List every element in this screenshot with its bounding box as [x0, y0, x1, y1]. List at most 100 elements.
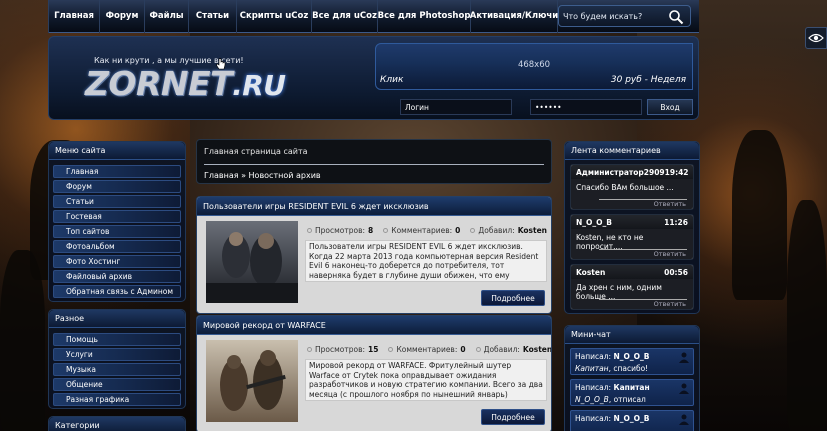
read-more-button[interactable]: Подробнее — [481, 290, 545, 306]
news-title[interactable]: Пользователи игры RESIDENT EVIL 6 ждет и… — [197, 197, 551, 216]
sidebar-item-feedback[interactable]: Обратная связь с Админом — [53, 285, 181, 298]
page-title: Главная страница сайта — [204, 147, 308, 156]
news-meta: Просмотров: 8 Комментариев: 0 Добавил: Kost… — [307, 223, 547, 237]
login-button[interactable]: Вход — [647, 99, 693, 115]
sidebar-item-graphics[interactable]: Разная графика — [53, 393, 181, 406]
sidebar-item-photo-hosting[interactable]: Фото Хостинг — [53, 255, 181, 268]
sidebar-categories: Категории — [48, 416, 186, 431]
comment-item: Администратор2909 19:42 Спасибо ВАм боль… — [570, 164, 694, 210]
comment-reply-link[interactable]: Ответить — [654, 300, 686, 308]
login-input[interactable] — [400, 99, 512, 115]
news-thumbnail[interactable] — [206, 221, 298, 303]
sidebar-item-chat[interactable]: Общение — [53, 378, 181, 391]
sidebar-item-home[interactable]: Главная — [53, 165, 181, 178]
comment-time: 19:42 — [664, 167, 689, 177]
chat-author[interactable]: N_O_O_B — [613, 414, 649, 423]
author-name[interactable]: Kosten — [518, 226, 547, 235]
author-icon — [475, 346, 481, 352]
comment-author[interactable]: Kosten — [576, 268, 605, 277]
nav-item-ucoz-scripts[interactable]: Скрипты uCoz — [237, 0, 312, 33]
sidebar-item-articles[interactable]: Статьи — [53, 195, 181, 208]
chat-message: Написал: Капитан N_O_O_B, отписал — [570, 379, 694, 406]
sidebar-item-top-sites[interactable]: Топ сайтов — [53, 225, 181, 238]
comment-reply-link[interactable]: Ответить — [654, 200, 686, 208]
views-icon — [307, 346, 312, 352]
sidebar-item-file-archive[interactable]: Файловый архив — [53, 270, 181, 283]
nav-item-ucoz-all[interactable]: Все для uCoz — [312, 0, 378, 33]
chat-message: Написал: N_O_O_B Капитан, спасибо! — [570, 348, 694, 375]
comments-icon — [388, 346, 394, 352]
sidebar-categories-title: Категории — [49, 417, 185, 431]
author-name[interactable]: Kosten — [523, 345, 551, 354]
views-label: Просмотров: — [315, 344, 366, 354]
nav-item-activation[interactable]: Активация/Ключи — [470, 0, 558, 33]
ad-size: 468x60 — [517, 60, 551, 70]
comment-time: 11:26 — [664, 217, 688, 227]
news-item: Пользователи игры RESIDENT EVIL 6 ждет и… — [196, 196, 552, 314]
nav-item-forum[interactable]: Форум — [100, 0, 145, 33]
logo-suffix: .RU — [232, 69, 286, 102]
chat-text: , отписал — [608, 395, 646, 404]
comments-icon — [383, 227, 389, 233]
comment-time: 00:56 — [664, 267, 688, 277]
chat-label: Написал: — [575, 414, 612, 423]
news-thumbnail[interactable] — [206, 340, 298, 422]
comment-item: Kosten 00:56 Да хрен с ним, одним больше… — [570, 264, 694, 310]
views-count: 15 — [368, 344, 379, 354]
ad-price-label: 30 руб - Неделя — [610, 75, 686, 85]
views-label: Просмотров: — [315, 225, 366, 235]
search-icon[interactable] — [668, 9, 684, 25]
comments-feed: Лента комментариев Администратор2909 19:… — [564, 141, 700, 314]
sidebar-item-services[interactable]: Услуги — [53, 348, 181, 361]
breadcrumb[interactable]: Главная » Новостной архив — [204, 171, 321, 180]
nav-item-home[interactable]: Главная — [48, 0, 100, 33]
sidebar-item-photo-album[interactable]: Фотоальбом — [53, 240, 181, 253]
nav-item-photoshop[interactable]: Все для Photoshop — [378, 0, 471, 33]
comments-count: 0 — [455, 225, 461, 235]
ad-banner[interactable]: 468x60 Клик 30 руб - Неделя — [375, 43, 693, 90]
chat-author[interactable]: N_O_O_B — [613, 352, 649, 361]
search-input[interactable] — [563, 9, 663, 23]
top-navigation: Главная Форум Файлы Статьи Скрипты uCoz … — [48, 0, 699, 33]
comment-author[interactable]: Администратор2909 — [576, 168, 665, 177]
user-avatar-icon — [679, 414, 689, 425]
user-avatar-icon — [679, 383, 689, 394]
sidebar-item-guestbook[interactable]: Гостевая — [53, 210, 181, 223]
logo-main-text: ZORNET — [85, 64, 233, 103]
chat-author[interactable]: Капитан — [613, 383, 649, 392]
nav-item-articles[interactable]: Статьи — [189, 0, 237, 33]
comment-item: N_O_O_B 11:26 Kosten, не кто не попросит… — [570, 214, 694, 260]
views-count: 8 — [368, 225, 374, 235]
search-box — [558, 5, 691, 27]
author-label: Добавил: — [483, 344, 520, 354]
site-logo[interactable]: ZORNET.RU — [85, 64, 286, 103]
read-more-button[interactable]: Подробнее — [481, 409, 545, 425]
sidebar-item-help[interactable]: Помощь — [53, 333, 181, 346]
chat-message: Написал: N_O_O_B — [570, 410, 694, 431]
news-title[interactable]: Мировой рекорд от WARFACE — [197, 316, 551, 335]
sidebar-item-forum[interactable]: Форум — [53, 180, 181, 193]
nav-item-files[interactable]: Файлы — [145, 0, 189, 33]
password-input[interactable] — [530, 99, 642, 115]
news-excerpt: Мировой рекорд от WARFACE. Фритулейный ш… — [305, 359, 547, 401]
author-label: Добавил: — [478, 225, 515, 235]
resident-evil-image — [206, 221, 298, 303]
comment-author[interactable]: N_O_O_B — [576, 218, 612, 227]
news-item: Мировой рекорд от WARFACE Просмотров: 15 … — [196, 315, 552, 431]
chat-label: Написал: — [575, 383, 612, 392]
hand-cursor-icon — [216, 58, 226, 70]
chat-mention: N_O_O_B — [575, 395, 609, 404]
sidebar-misc: Разное Помощь Услуги Музыка Общение Разн… — [48, 309, 186, 409]
soldier-silhouette — [732, 130, 787, 300]
comments-label: Комментариев: — [391, 225, 453, 235]
user-avatar-icon — [679, 352, 689, 363]
accessibility-toggle[interactable] — [805, 27, 827, 49]
sidebar-item-music[interactable]: Музыка — [53, 363, 181, 376]
comments-feed-title: Лента комментариев — [565, 142, 699, 160]
chat-mention: Капитан — [575, 364, 609, 373]
warface-image — [206, 340, 298, 422]
ad-click-label: Клик — [380, 75, 404, 85]
comment-reply-link[interactable]: Ответить — [654, 250, 686, 258]
soldier-silhouette — [0, 250, 45, 431]
soldier-silhouette — [787, 200, 827, 431]
